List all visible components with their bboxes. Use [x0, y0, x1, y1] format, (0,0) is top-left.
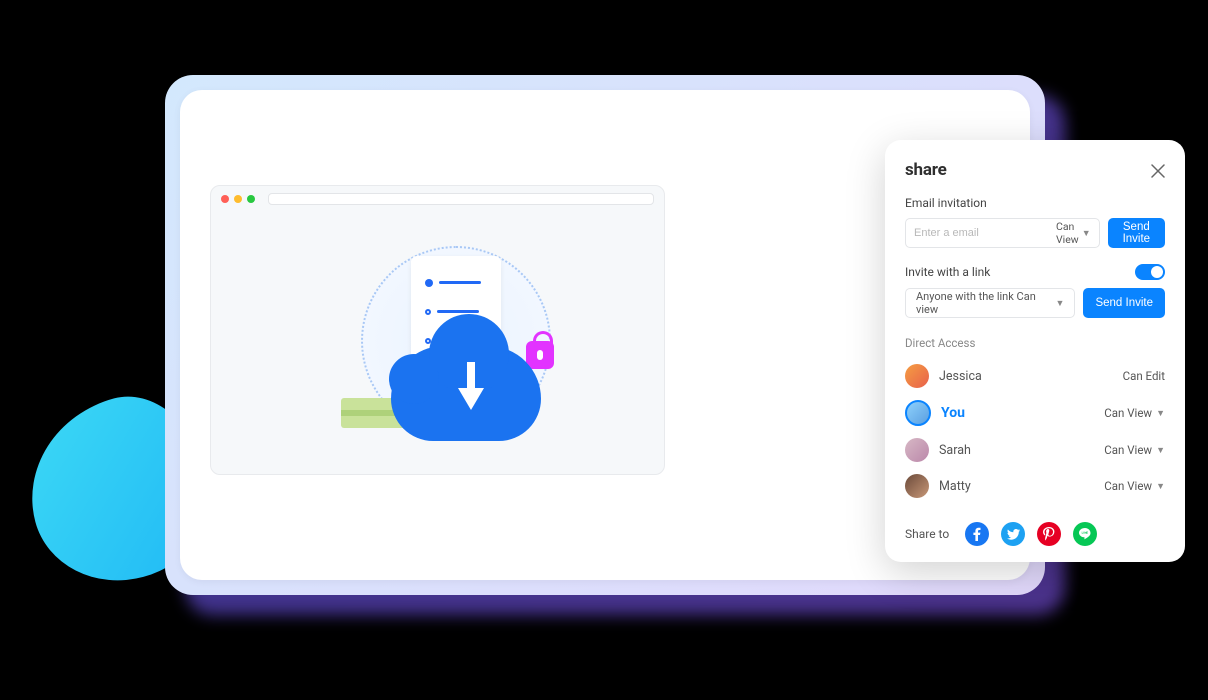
lock-icon — [526, 341, 554, 369]
pinterest-icon[interactable] — [1037, 522, 1061, 546]
person-row: Sarah Can View▼ — [905, 432, 1165, 468]
share-panel: share Email invitation Can View▼ Send In… — [885, 140, 1185, 562]
email-input-wrap: Can View▼ — [905, 218, 1100, 248]
share-title: share — [905, 160, 947, 180]
download-arrow-icon — [453, 362, 489, 412]
avatar — [905, 474, 929, 498]
main-card: share Email invitation Can View▼ Send In… — [180, 90, 1030, 580]
send-invite-button[interactable]: Send Invite — [1108, 218, 1165, 248]
cloud-download-illustration — [331, 246, 591, 466]
link-permission-select[interactable]: Anyone with the link Can view▼ — [905, 288, 1075, 318]
invite-link-label: Invite with a link — [905, 265, 990, 279]
window-close-dot — [221, 195, 229, 203]
person-role: Can Edit — [1123, 369, 1165, 383]
window-max-dot — [247, 195, 255, 203]
send-link-invite-button[interactable]: Send Invite — [1083, 288, 1165, 318]
window-min-dot — [234, 195, 242, 203]
person-row: Jessica Can Edit — [905, 358, 1165, 394]
person-name: Sarah — [939, 443, 971, 458]
person-role-dropdown[interactable]: Can View▼ — [1104, 406, 1165, 420]
line-icon[interactable] — [1073, 522, 1097, 546]
share-to-label: Share to — [905, 527, 949, 541]
close-icon[interactable] — [1151, 163, 1165, 177]
url-bar — [268, 193, 654, 205]
email-invitation-label: Email invitation — [905, 196, 1165, 210]
avatar — [905, 400, 931, 426]
link-toggle[interactable] — [1135, 264, 1165, 280]
person-name: Matty — [939, 479, 971, 494]
email-permission-dropdown[interactable]: Can View▼ — [1056, 220, 1091, 246]
person-row: You Can View▼ — [905, 394, 1165, 432]
twitter-icon[interactable] — [1001, 522, 1025, 546]
person-name: Jessica — [939, 369, 982, 384]
avatar — [905, 438, 929, 462]
browser-titlebar — [211, 186, 664, 212]
browser-mockup — [210, 185, 665, 475]
facebook-icon[interactable] — [965, 522, 989, 546]
person-name: You — [941, 405, 965, 421]
person-row: Matty Can View▼ — [905, 468, 1165, 504]
email-input[interactable] — [914, 227, 1056, 239]
share-to-row: Share to — [905, 518, 1165, 546]
person-role-dropdown[interactable]: Can View▼ — [1104, 479, 1165, 493]
direct-access-label: Direct Access — [905, 336, 1165, 350]
person-role-dropdown[interactable]: Can View▼ — [1104, 443, 1165, 457]
avatar — [905, 364, 929, 388]
